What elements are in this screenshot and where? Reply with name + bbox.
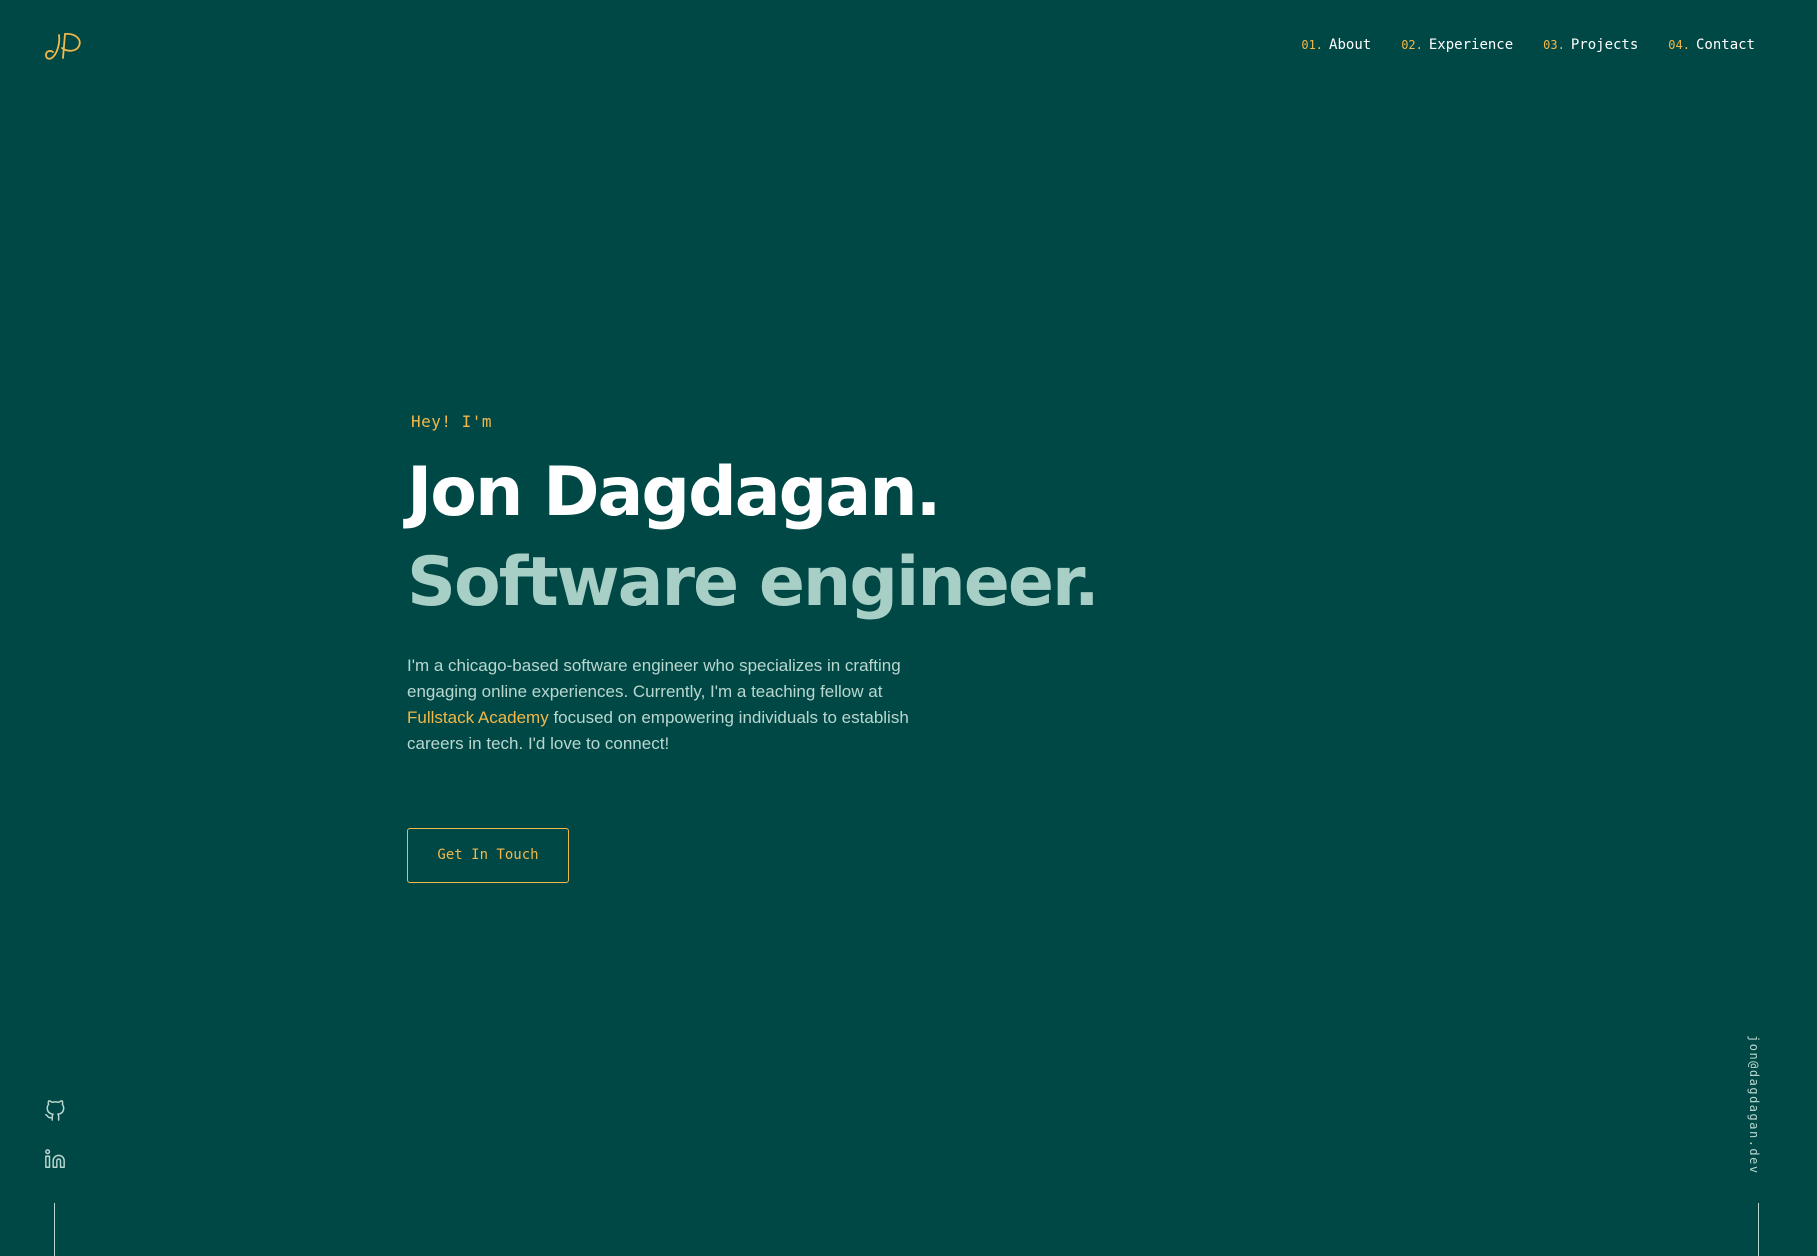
nav-item-projects[interactable]: 03. Projects: [1543, 37, 1638, 53]
linkedin-link[interactable]: [44, 1148, 66, 1170]
logo[interactable]: [43, 30, 85, 64]
nav-item-about[interactable]: 01. About: [1301, 37, 1371, 53]
fullstack-academy-link[interactable]: Fullstack Academy: [407, 708, 549, 727]
bio-text-start: I'm a chicago-based software engineer wh…: [407, 656, 901, 701]
nav-item-contact[interactable]: 04. Contact: [1668, 37, 1755, 53]
right-rail-line: [1758, 1203, 1759, 1256]
nav-number: 01.: [1301, 38, 1324, 52]
nav-item-experience[interactable]: 02. Experience: [1401, 37, 1513, 53]
hero-bio: I'm a chicago-based software engineer wh…: [407, 653, 917, 757]
nav-label: Experience: [1428, 37, 1514, 53]
get-in-touch-button[interactable]: Get In Touch: [407, 828, 569, 883]
hero-name: Jon Dagdagan.: [407, 453, 941, 532]
left-rail-line: [54, 1203, 55, 1256]
github-link[interactable]: [44, 1100, 66, 1122]
hero-section: Hey! I'm Jon Dagdagan. Software engineer…: [407, 412, 1107, 883]
nav-label: About: [1329, 37, 1372, 53]
linkedin-icon: [45, 1149, 65, 1168]
jd-monogram-icon: [45, 33, 81, 60]
nav-number: 02.: [1401, 38, 1423, 52]
email-link[interactable]: jon@dagdagan.dev: [1747, 1035, 1761, 1175]
hero-role: Software engineer.: [407, 543, 1100, 622]
nav-label: Projects: [1570, 37, 1639, 53]
main-nav: 01. About 02. Experience 03. Projects 04…: [1301, 37, 1755, 53]
social-links: [44, 1100, 66, 1170]
nav-label: Contact: [1695, 37, 1755, 53]
github-icon: [45, 1100, 65, 1121]
nav-number: 04.: [1668, 38, 1690, 52]
hero-eyebrow: Hey! I'm: [411, 412, 493, 431]
nav-number: 03.: [1543, 38, 1565, 52]
